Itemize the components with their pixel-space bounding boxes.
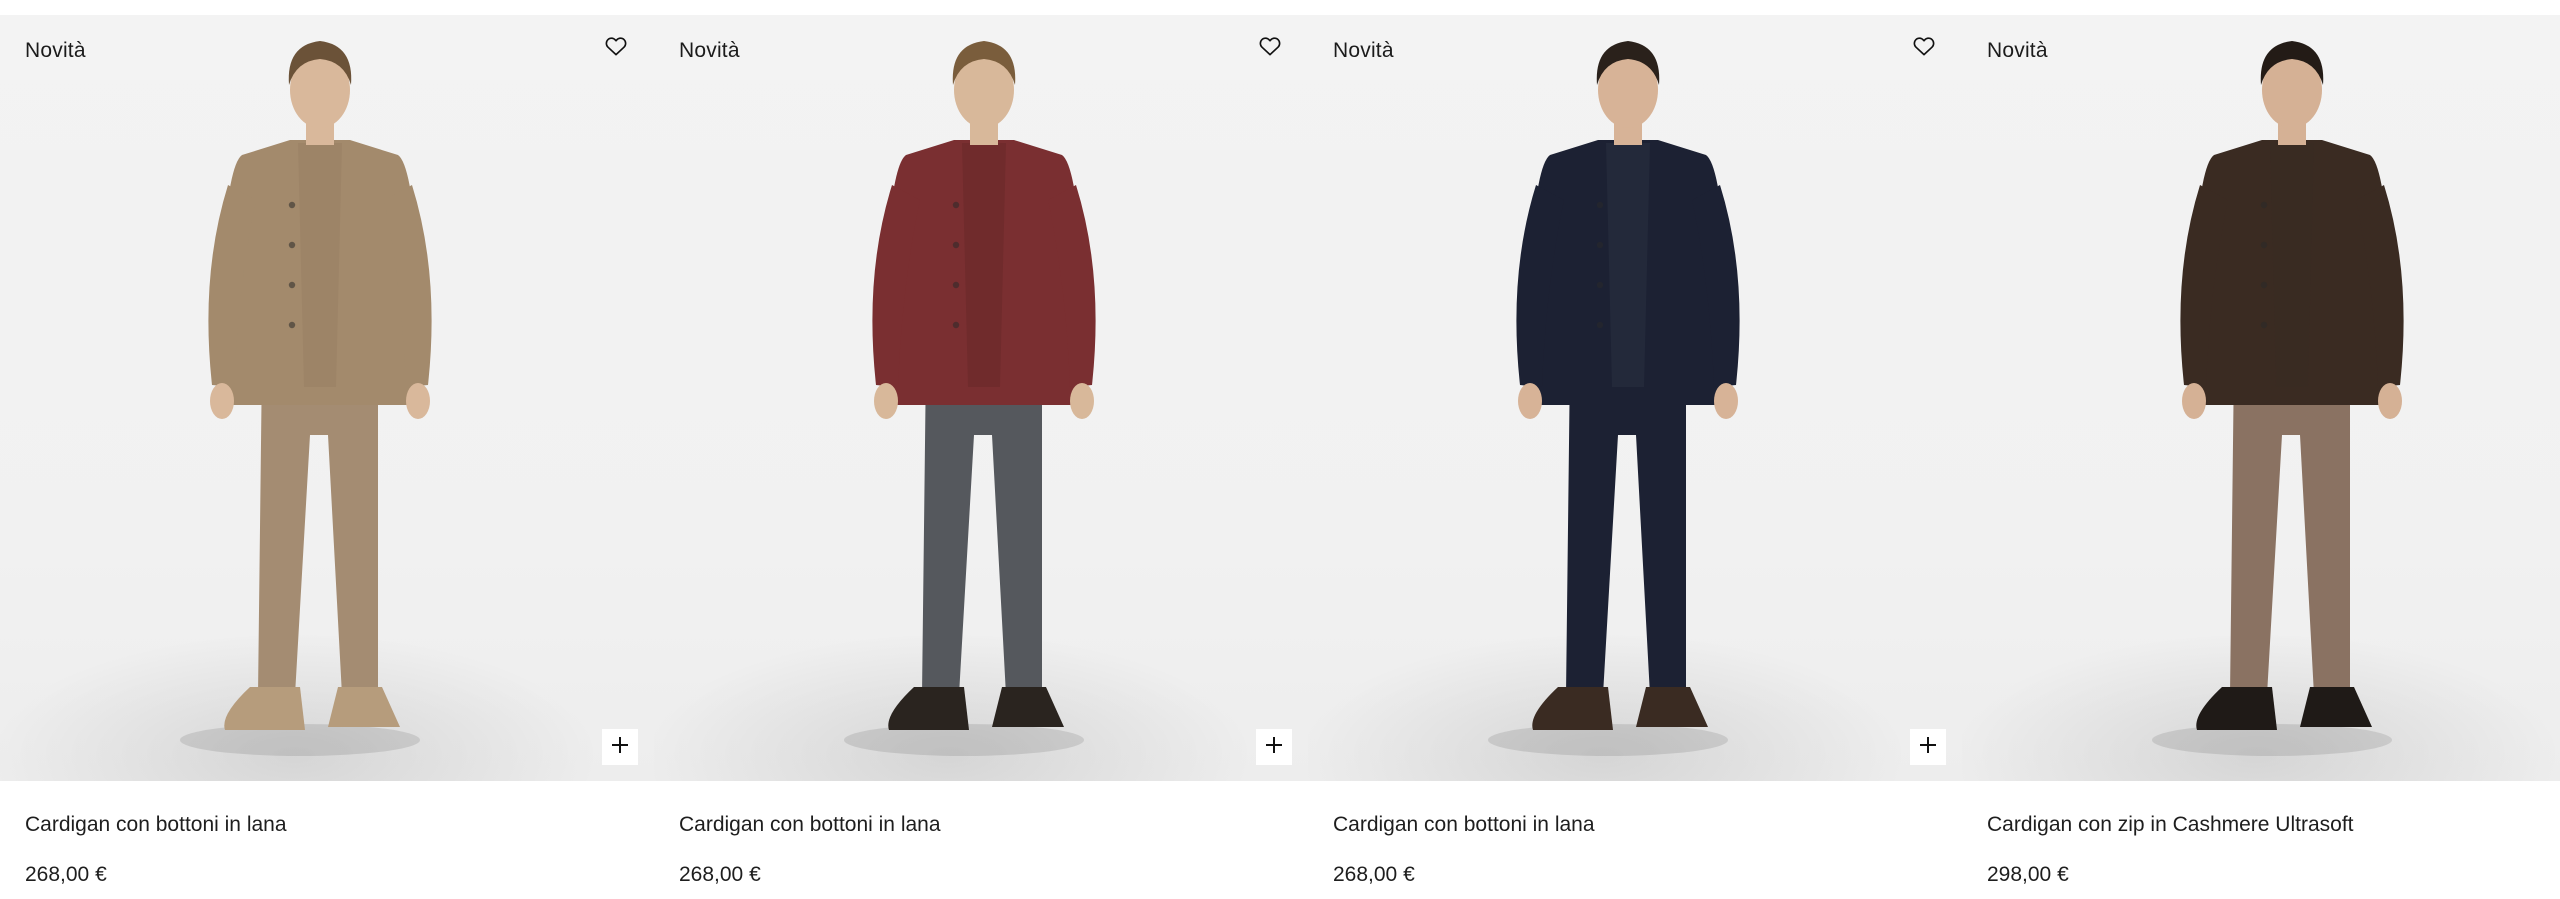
heart-icon — [1259, 36, 1281, 61]
wishlist-button[interactable] — [1910, 34, 1938, 62]
plus-icon — [1918, 735, 1938, 760]
new-badge: Novità — [1333, 39, 1394, 62]
wishlist-button[interactable] — [1256, 34, 1284, 62]
product-image[interactable]: Novità — [0, 15, 654, 781]
product-card[interactable]: Novità Cardigan con bottoni in lana 268,… — [0, 15, 654, 888]
product-image[interactable]: Novità — [654, 15, 1308, 781]
product-name[interactable]: Cardigan con bottoni in lana — [25, 812, 629, 838]
product-image[interactable]: Novità — [1962, 15, 2560, 781]
add-to-cart-button[interactable] — [1256, 729, 1292, 765]
product-price: 268,00 € — [679, 863, 761, 886]
product-card[interactable]: Novità Cardigan con bottoni in lana 268,… — [654, 15, 1308, 888]
product-image[interactable]: Novità — [1308, 15, 1962, 781]
plus-icon — [1264, 735, 1284, 760]
product-info: Cardigan con bottoni in lana 268,00 € — [1308, 812, 1962, 888]
new-badge: Novità — [1987, 39, 2048, 62]
product-price: 298,00 € — [1987, 863, 2069, 886]
product-name[interactable]: Cardigan con bottoni in lana — [1333, 812, 1937, 838]
add-to-cart-button[interactable] — [1910, 729, 1946, 765]
product-info: Cardigan con bottoni in lana 268,00 € — [654, 812, 1308, 888]
new-badge: Novità — [679, 39, 740, 62]
new-badge: Novità — [25, 39, 86, 62]
product-info: Cardigan con bottoni in lana 268,00 € — [0, 812, 654, 888]
product-info: Cardigan con zip in Cashmere Ultrasoft 2… — [1962, 812, 2560, 888]
product-card[interactable]: Novità Cardigan con bottoni in lana 268,… — [1308, 15, 1962, 888]
product-price: 268,00 € — [25, 863, 107, 886]
heart-icon — [605, 36, 627, 61]
plus-icon — [610, 735, 630, 760]
product-grid: Novità Cardigan con bottoni in lana 268,… — [0, 15, 2560, 888]
product-name[interactable]: Cardigan con zip in Cashmere Ultrasoft — [1987, 812, 2560, 838]
product-card[interactable]: Novità Cardigan con zip in Cashmere Ultr… — [1962, 15, 2560, 888]
product-name[interactable]: Cardigan con bottoni in lana — [679, 812, 1283, 838]
product-price: 268,00 € — [1333, 863, 1415, 886]
heart-icon — [1913, 36, 1935, 61]
wishlist-button[interactable] — [602, 34, 630, 62]
add-to-cart-button[interactable] — [602, 729, 638, 765]
